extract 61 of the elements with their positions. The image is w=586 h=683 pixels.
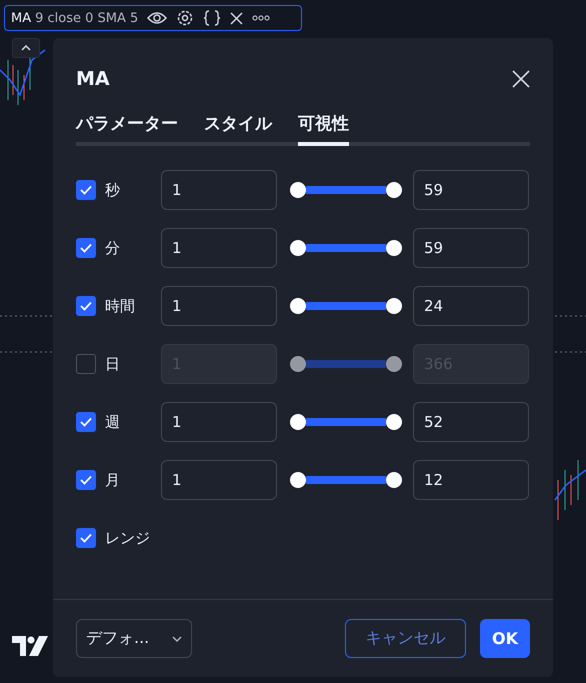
cancel-button[interactable]: キャンセル	[345, 619, 466, 658]
template-dropdown[interactable]: デフォ...	[76, 619, 192, 658]
checkbox-label: 分	[105, 238, 121, 258]
close-icon[interactable]	[230, 12, 244, 24]
slider-handle[interactable]	[290, 298, 306, 314]
chevron-down-icon	[172, 636, 182, 642]
check-icon	[80, 533, 92, 543]
min-input-field[interactable]: 1	[161, 402, 277, 442]
chevron-up-icon	[21, 45, 31, 51]
max-input-field[interactable]: 52	[413, 402, 529, 442]
checkbox-label: レンジ	[105, 528, 151, 548]
checkbox[interactable]	[76, 528, 96, 548]
checkbox-label: 時間	[105, 296, 136, 316]
dialog-title: MA	[76, 68, 110, 90]
indicator-params: 9 close 0 SMA 5	[35, 10, 138, 26]
checkbox-label: 秒	[105, 180, 121, 200]
slider-handle[interactable]	[290, 182, 306, 198]
min-input-field[interactable]: 1	[161, 228, 277, 268]
slider-handle[interactable]	[386, 356, 402, 372]
slider-handle[interactable]	[290, 472, 306, 488]
min-input-field[interactable]: 1	[161, 460, 277, 500]
slider-handle[interactable]	[386, 414, 402, 430]
min-input-field[interactable]: 1	[161, 170, 277, 210]
checkbox-label: 日	[105, 354, 121, 374]
checkbox[interactable]	[76, 412, 96, 432]
slider-handle[interactable]	[386, 182, 402, 198]
tab[interactable]: パラメーター	[76, 110, 178, 146]
checkbox[interactable]	[76, 354, 96, 374]
max-input-field[interactable]: 24	[413, 286, 529, 326]
check-icon	[80, 243, 92, 253]
checkbox-label: 月	[105, 470, 121, 490]
checkbox-label: 週	[105, 412, 121, 432]
slider-handle[interactable]	[386, 472, 402, 488]
logo-icon	[12, 636, 48, 656]
check-icon	[80, 417, 92, 427]
more-icon[interactable]	[252, 15, 270, 21]
ok-button[interactable]: OK	[480, 619, 530, 658]
tab[interactable]: 可視性	[298, 110, 349, 146]
checkbox[interactable]	[76, 180, 96, 200]
checkbox[interactable]	[76, 238, 96, 258]
slider-handle[interactable]	[386, 240, 402, 256]
max-input-field[interactable]: 59	[413, 170, 529, 210]
collapse-button[interactable]	[12, 38, 40, 58]
min-input-field[interactable]: 1	[161, 286, 277, 326]
max-input-field[interactable]: 12	[413, 460, 529, 500]
indicator-name: MA	[11, 10, 32, 26]
max-input-field[interactable]: 59	[413, 228, 529, 268]
checkbox[interactable]	[76, 296, 96, 316]
eye-icon[interactable]	[147, 11, 168, 25]
check-icon	[80, 185, 92, 195]
check-icon	[80, 475, 92, 485]
slider-handle[interactable]	[386, 298, 402, 314]
settings-icon[interactable]	[176, 9, 194, 27]
braces-icon[interactable]	[203, 9, 222, 27]
tab[interactable]: スタイル	[204, 110, 272, 146]
slider-handle[interactable]	[290, 356, 306, 372]
slider-handle[interactable]	[290, 240, 306, 256]
check-icon	[80, 301, 92, 311]
checkbox[interactable]	[76, 470, 96, 490]
slider-handle[interactable]	[290, 414, 306, 430]
close-button[interactable]	[511, 69, 531, 89]
